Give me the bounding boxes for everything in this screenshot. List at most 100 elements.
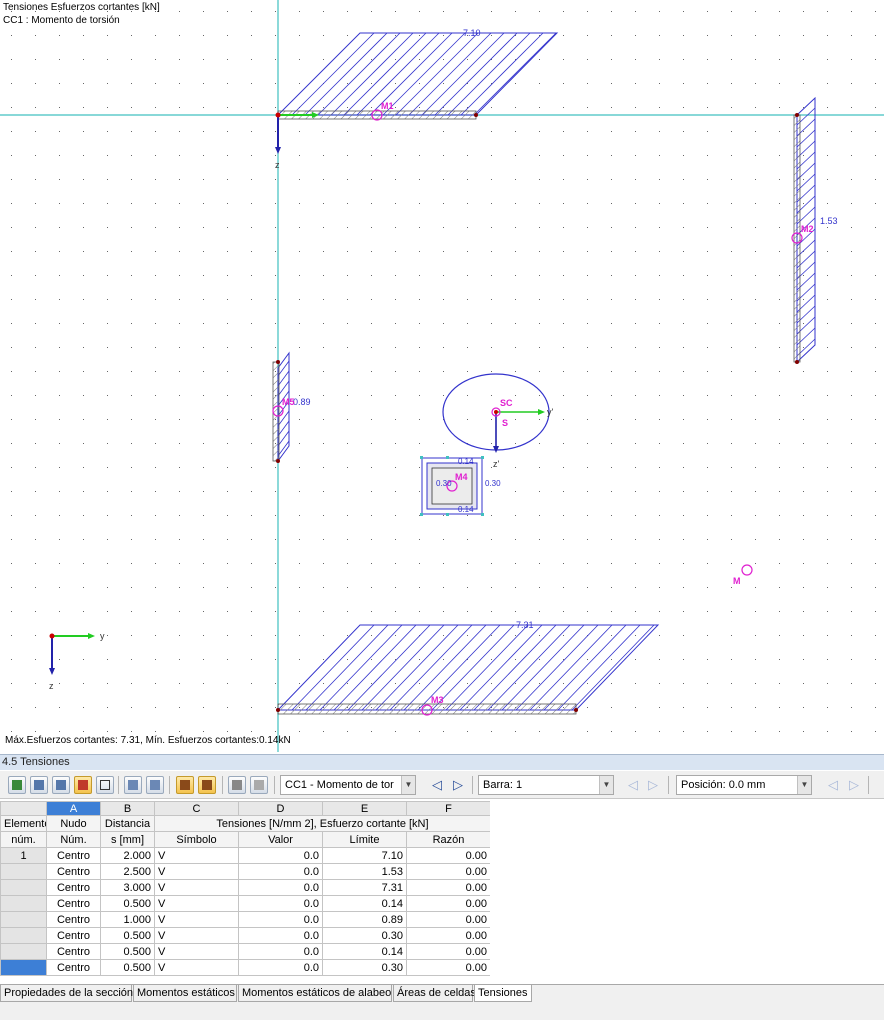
cell-lim[interactable]: 0.14: [322, 895, 407, 912]
table-left-icon[interactable]: [124, 776, 142, 794]
bar-next-button[interactable]: ▷: [646, 776, 660, 794]
position-select[interactable]: Posición: 0.0 mm ▼: [676, 775, 812, 795]
cell-sym[interactable]: V: [154, 895, 239, 912]
col-letter-c[interactable]: C: [154, 801, 239, 816]
diagram-summary: Máx.Esfuerzos cortantes: 7.31, Mín. Esfu…: [5, 735, 291, 746]
cell-dist[interactable]: 2.500: [100, 863, 155, 880]
cell-dist[interactable]: 0.500: [100, 895, 155, 912]
cell-val[interactable]: 0.0: [238, 911, 323, 928]
table-row[interactable]: Centro 3.000 V 0.0 7.31 0.00: [0, 879, 491, 896]
cell-sym[interactable]: V: [154, 847, 239, 864]
cell-node[interactable]: Centro: [46, 943, 101, 960]
tab-3[interactable]: Áreas de celdas: [393, 985, 476, 1002]
redo-view-icon[interactable]: [198, 776, 216, 794]
cell-ratio[interactable]: 0.00: [406, 943, 491, 960]
bar-select[interactable]: Barra: 1 ▼: [478, 775, 614, 795]
cell-ratio[interactable]: 0.00: [406, 927, 491, 944]
cell-sym[interactable]: V: [154, 879, 239, 896]
bar-prev-button[interactable]: ◁: [626, 776, 640, 794]
table-row[interactable]: Centro 1.000 V 0.0 0.89 0.00: [0, 911, 491, 928]
cell-lim[interactable]: 7.10: [322, 847, 407, 864]
cell-lim[interactable]: 1.53: [322, 863, 407, 880]
bracket-icon[interactable]: [96, 776, 114, 794]
header-limit: Límite: [322, 831, 407, 848]
cell-node[interactable]: Centro: [46, 895, 101, 912]
table-row[interactable]: Centro 0.500 V 0.0 0.30 0.00: [0, 959, 491, 976]
cell-sym[interactable]: V: [154, 959, 239, 976]
cell-val[interactable]: 0.0: [238, 895, 323, 912]
cell-node[interactable]: Centro: [46, 863, 101, 880]
position-next-button[interactable]: ▷: [847, 776, 861, 794]
cell-elem[interactable]: [0, 863, 47, 880]
table-row[interactable]: 1 Centro 2.000 V 0.0 7.10 0.00: [0, 847, 491, 864]
cell-sym[interactable]: V: [154, 911, 239, 928]
loadcase-prev-button[interactable]: ◁: [430, 776, 444, 794]
grid-view-icon[interactable]: [228, 776, 246, 794]
cell-ratio[interactable]: 0.00: [406, 895, 491, 912]
cell-val[interactable]: 0.0: [238, 879, 323, 896]
cell-val[interactable]: 0.0: [238, 959, 323, 976]
loadcase-select[interactable]: CC1 - Momento de tor ▼: [280, 775, 416, 795]
cell-dist[interactable]: 0.500: [100, 959, 155, 976]
col-letter-f[interactable]: F: [406, 801, 491, 816]
cell-ratio[interactable]: 0.00: [406, 911, 491, 928]
cell-dist[interactable]: 0.500: [100, 927, 155, 944]
cell-node[interactable]: Centro: [46, 847, 101, 864]
cell-dist[interactable]: 2.000: [100, 847, 155, 864]
export-excel-icon[interactable]: [8, 776, 26, 794]
cell-sym[interactable]: V: [154, 863, 239, 880]
cell-node[interactable]: Centro: [46, 959, 101, 976]
cell-val[interactable]: 0.0: [238, 847, 323, 864]
tab-2[interactable]: Momentos estáticos de alabeo: [238, 985, 392, 1002]
cell-val[interactable]: 0.0: [238, 943, 323, 960]
cell-sym[interactable]: V: [154, 943, 239, 960]
col-letter-b[interactable]: B: [100, 801, 155, 816]
cell-dist[interactable]: 3.000: [100, 879, 155, 896]
corner-cell[interactable]: [0, 801, 47, 816]
tab-0[interactable]: Propiedades de la sección: [0, 985, 133, 1002]
cell-lim[interactable]: 0.89: [322, 911, 407, 928]
highlight-icon[interactable]: [74, 776, 92, 794]
col-letter-a[interactable]: A: [46, 801, 101, 816]
cell-val[interactable]: 0.0: [238, 863, 323, 880]
position-prev-button[interactable]: ◁: [826, 776, 840, 794]
table-right-icon[interactable]: [146, 776, 164, 794]
stress-table: A B C D E F Elemento Nudo Distancia Tens…: [0, 801, 491, 976]
cell-dist[interactable]: 0.500: [100, 943, 155, 960]
tab-4[interactable]: Tensiones: [474, 985, 532, 1002]
table-row[interactable]: Centro 0.500 V 0.0 0.14 0.00: [0, 895, 491, 912]
cell-elem[interactable]: [0, 927, 47, 944]
cell-elem[interactable]: [0, 959, 47, 976]
stress-diagram-canvas[interactable]: 7.10 1.53 0.89 7.31 0.14 0.30 0.30 0.14 …: [0, 0, 884, 752]
cell-elem[interactable]: [0, 879, 47, 896]
cell-lim[interactable]: 0.30: [322, 959, 407, 976]
columns-icon[interactable]: [52, 776, 70, 794]
cell-lim[interactable]: 0.30: [322, 927, 407, 944]
filter-icon[interactable]: [30, 776, 48, 794]
cell-sym[interactable]: V: [154, 927, 239, 944]
cell-elem[interactable]: [0, 911, 47, 928]
cell-lim[interactable]: 7.31: [322, 879, 407, 896]
cell-lim[interactable]: 0.14: [322, 943, 407, 960]
cell-ratio[interactable]: 0.00: [406, 863, 491, 880]
cell-elem[interactable]: 1: [0, 847, 47, 864]
tab-1[interactable]: Momentos estáticos: [133, 985, 237, 1002]
cell-ratio[interactable]: 0.00: [406, 959, 491, 976]
cell-dist[interactable]: 1.000: [100, 911, 155, 928]
edit-icon[interactable]: [250, 776, 268, 794]
col-letter-d[interactable]: D: [238, 801, 323, 816]
loadcase-next-button[interactable]: ▷: [451, 776, 465, 794]
cell-ratio[interactable]: 0.00: [406, 847, 491, 864]
cell-node[interactable]: Centro: [46, 927, 101, 944]
cell-elem[interactable]: [0, 895, 47, 912]
col-letter-e[interactable]: E: [322, 801, 407, 816]
table-row[interactable]: Centro 0.500 V 0.0 0.30 0.00: [0, 927, 491, 944]
table-row[interactable]: Centro 0.500 V 0.0 0.14 0.00: [0, 943, 491, 960]
cell-node[interactable]: Centro: [46, 911, 101, 928]
cell-node[interactable]: Centro: [46, 879, 101, 896]
table-row[interactable]: Centro 2.500 V 0.0 1.53 0.00: [0, 863, 491, 880]
cell-elem[interactable]: [0, 943, 47, 960]
undo-view-icon[interactable]: [176, 776, 194, 794]
cell-ratio[interactable]: 0.00: [406, 879, 491, 896]
cell-val[interactable]: 0.0: [238, 927, 323, 944]
